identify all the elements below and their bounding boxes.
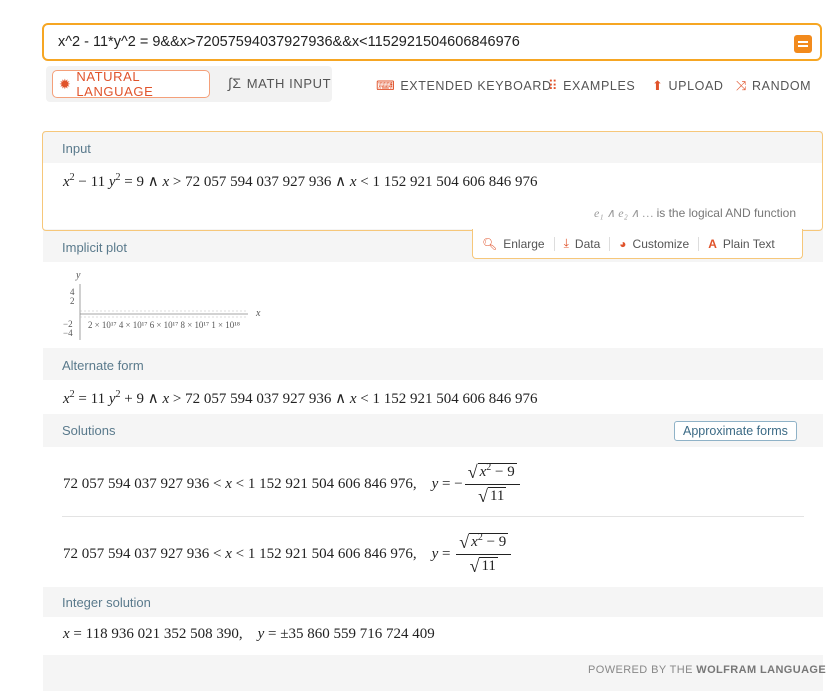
- natural-language-tab[interactable]: ✹ NATURAL LANGUAGE: [52, 69, 210, 99]
- examples-link[interactable]: ⠿ EXAMPLES: [548, 78, 635, 94]
- plot-ytick-2: 2: [70, 296, 75, 306]
- solution-row-1: 72 057 594 037 927 936 < x < 1 152 921 5…: [63, 456, 522, 512]
- random-link[interactable]: ⤨ RANDOM: [736, 78, 811, 94]
- enlarge-label: Enlarge: [503, 236, 545, 251]
- extended-keyboard-link[interactable]: ⌨ EXTENDED KEYBOARD: [376, 78, 552, 94]
- plain-text-label: Plain Text: [722, 236, 775, 251]
- integer-y-value: ±35 860 559 716 724 409: [280, 626, 435, 642]
- input-mode-toggle: ✹ NATURAL LANGUAGE ∫Σ MATH INPUT: [46, 66, 332, 102]
- powered-by-footer[interactable]: POWERED BY THE WOLFRAM LANGUAGE: [588, 664, 826, 676]
- search-bar[interactable]: [42, 23, 822, 61]
- plot-xticks: 2 × 10¹⁷ 4 × 10¹⁷ 6 × 10¹⁷ 8 × 10¹⁷ 1 × …: [88, 320, 240, 330]
- shuffle-icon: ⤨: [736, 78, 747, 93]
- solution2-lower: 72 057 594 037 927 936: [63, 545, 210, 562]
- palette-icon: ◕: [619, 236, 627, 251]
- solution1-lower: 72 057 594 037 927 936: [63, 475, 210, 492]
- grid-dots-icon: ⠿: [548, 78, 559, 93]
- solution2-fraction: √ x2 − 9 √ 11: [456, 532, 512, 577]
- pod-actions-bar: 🔍︎ Enlarge ⤓ Data ◕ Customize A Plain Te…: [472, 229, 803, 259]
- plain-text-button[interactable]: A Plain Text: [699, 237, 783, 251]
- solution1-fraction: √ x2 − 9 √ 11: [464, 462, 520, 507]
- gear-sun-icon: ✹: [59, 75, 72, 92]
- natural-language-label: NATURAL LANGUAGE: [76, 69, 154, 99]
- extended-keyboard-label: EXTENDED KEYBOARD: [400, 79, 552, 93]
- integer-solution-expression: x = 118 936 021 352 508 390, y = ±35 860…: [63, 626, 435, 642]
- integral-sigma-icon: ∫Σ: [228, 75, 242, 91]
- math-input-label: MATH INPUT: [246, 75, 332, 91]
- footer-text: POWERED BY THE: [588, 664, 693, 676]
- solution1-sign: −: [454, 475, 463, 492]
- keyboard-icon: ⌨: [376, 78, 396, 93]
- solution1-upper: 1 152 921 504 606 846 976: [247, 475, 413, 492]
- integer-solution-title: Integer solution: [62, 595, 151, 610]
- alternate-form-title: Alternate form: [62, 358, 144, 373]
- download-icon: ⤓: [563, 236, 569, 250]
- plot-x-label: x: [255, 308, 261, 319]
- random-label: RANDOM: [752, 79, 812, 93]
- integer-x-value: 118 936 021 352 508 390: [85, 626, 239, 642]
- alternate-form-expression: x2 = 11 y2 + 9 ∧ x > 72 057 594 037 927 …: [63, 389, 538, 408]
- upload-icon: ⬆: [652, 78, 664, 93]
- solution-row-2: 72 057 594 037 927 936 < x < 1 152 921 5…: [63, 526, 513, 582]
- plot-ytick-neg4: −4: [63, 328, 73, 338]
- footer-brand: WOLFRAM LANGUAGE: [696, 664, 827, 676]
- upload-label: UPLOAD: [668, 79, 724, 93]
- letter-a-icon: A: [708, 236, 717, 251]
- solutions-title: Solutions: [62, 423, 116, 438]
- equals-icon[interactable]: [794, 35, 812, 53]
- upload-link[interactable]: ⬆ UPLOAD: [652, 78, 724, 94]
- data-label: Data: [574, 236, 601, 251]
- input-pod-highlight: [42, 131, 823, 231]
- solutions-divider: [62, 516, 804, 517]
- magnify-icon: 🔍︎: [482, 236, 498, 251]
- enlarge-button[interactable]: 🔍︎ Enlarge: [473, 236, 555, 251]
- customize-button[interactable]: ◕ Customize: [610, 236, 700, 251]
- solution2-upper: 1 152 921 504 606 846 976: [247, 545, 413, 562]
- math-input-tab[interactable]: ∫Σ MATH INPUT: [222, 70, 331, 96]
- search-input[interactable]: [56, 33, 760, 51]
- approximate-forms-button[interactable]: Approximate forms: [674, 421, 797, 441]
- implicit-plot[interactable]: y 4 2 −2 −4 2 × 10¹⁷ 4 × 10¹⁷ 6 × 10¹⁷ 8…: [60, 266, 270, 344]
- customize-label: Customize: [632, 236, 690, 251]
- data-button[interactable]: ⤓ Data: [555, 236, 611, 251]
- examples-label: EXAMPLES: [563, 79, 636, 93]
- implicit-plot-title: Implicit plot: [62, 240, 128, 255]
- plot-y-label: y: [75, 270, 81, 281]
